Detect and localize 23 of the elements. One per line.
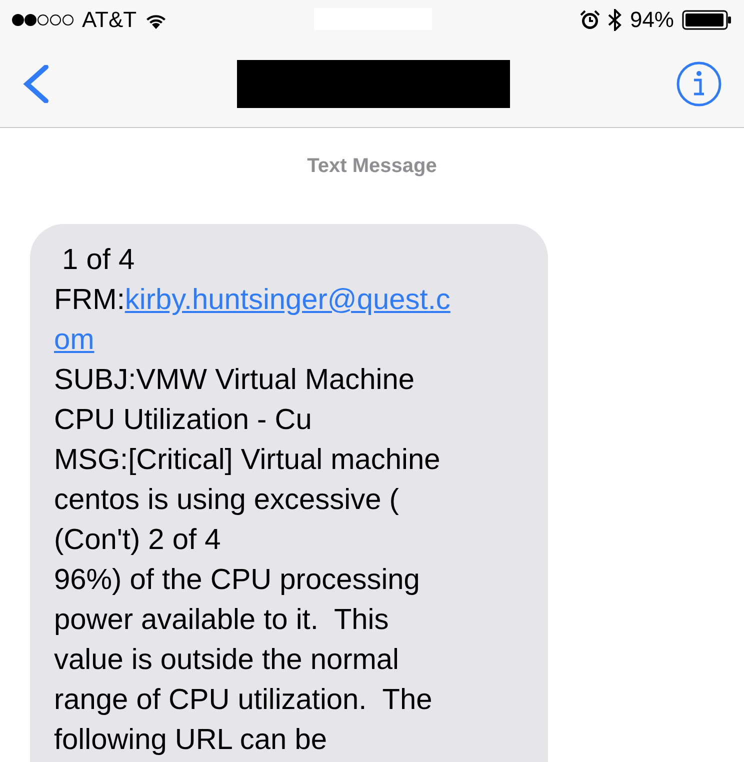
bluetooth-icon [608, 9, 622, 31]
email-link[interactable]: kirby.huntsinger@quest.c [124, 284, 450, 316]
message-text: SUBJ:VMW Virtual Machine [54, 363, 414, 398]
message-text: MSG:[Critical] Virtual machine [54, 443, 440, 478]
email-link[interactable]: om [54, 324, 94, 356]
message-text: (Con't) 2 of 4 [54, 523, 221, 558]
message-text: 96%) of the CPU processing [54, 563, 420, 598]
signal-icon [12, 14, 74, 26]
message-text: FRM: [54, 284, 125, 316]
message-text: CPU Utilization - Cu [54, 403, 312, 438]
message-text: centos is using excessive ( [54, 483, 399, 518]
carrier-name: AT&T [82, 7, 137, 33]
back-chevron-icon[interactable] [22, 64, 50, 102]
message-text: range of CPU utilization. The [54, 683, 432, 718]
battery-icon [682, 10, 732, 30]
alarm-clock-icon [580, 10, 600, 30]
message-text: 1 of 4 [61, 243, 135, 278]
message-text: following URL can be [54, 723, 327, 758]
info-icon[interactable] [676, 60, 722, 106]
conversation-type-label: Text Message [306, 155, 438, 178]
message-text: value is outside the normal [54, 643, 399, 678]
battery-percentage: 94% [630, 7, 674, 33]
message-text: power available to it. This [54, 603, 389, 638]
